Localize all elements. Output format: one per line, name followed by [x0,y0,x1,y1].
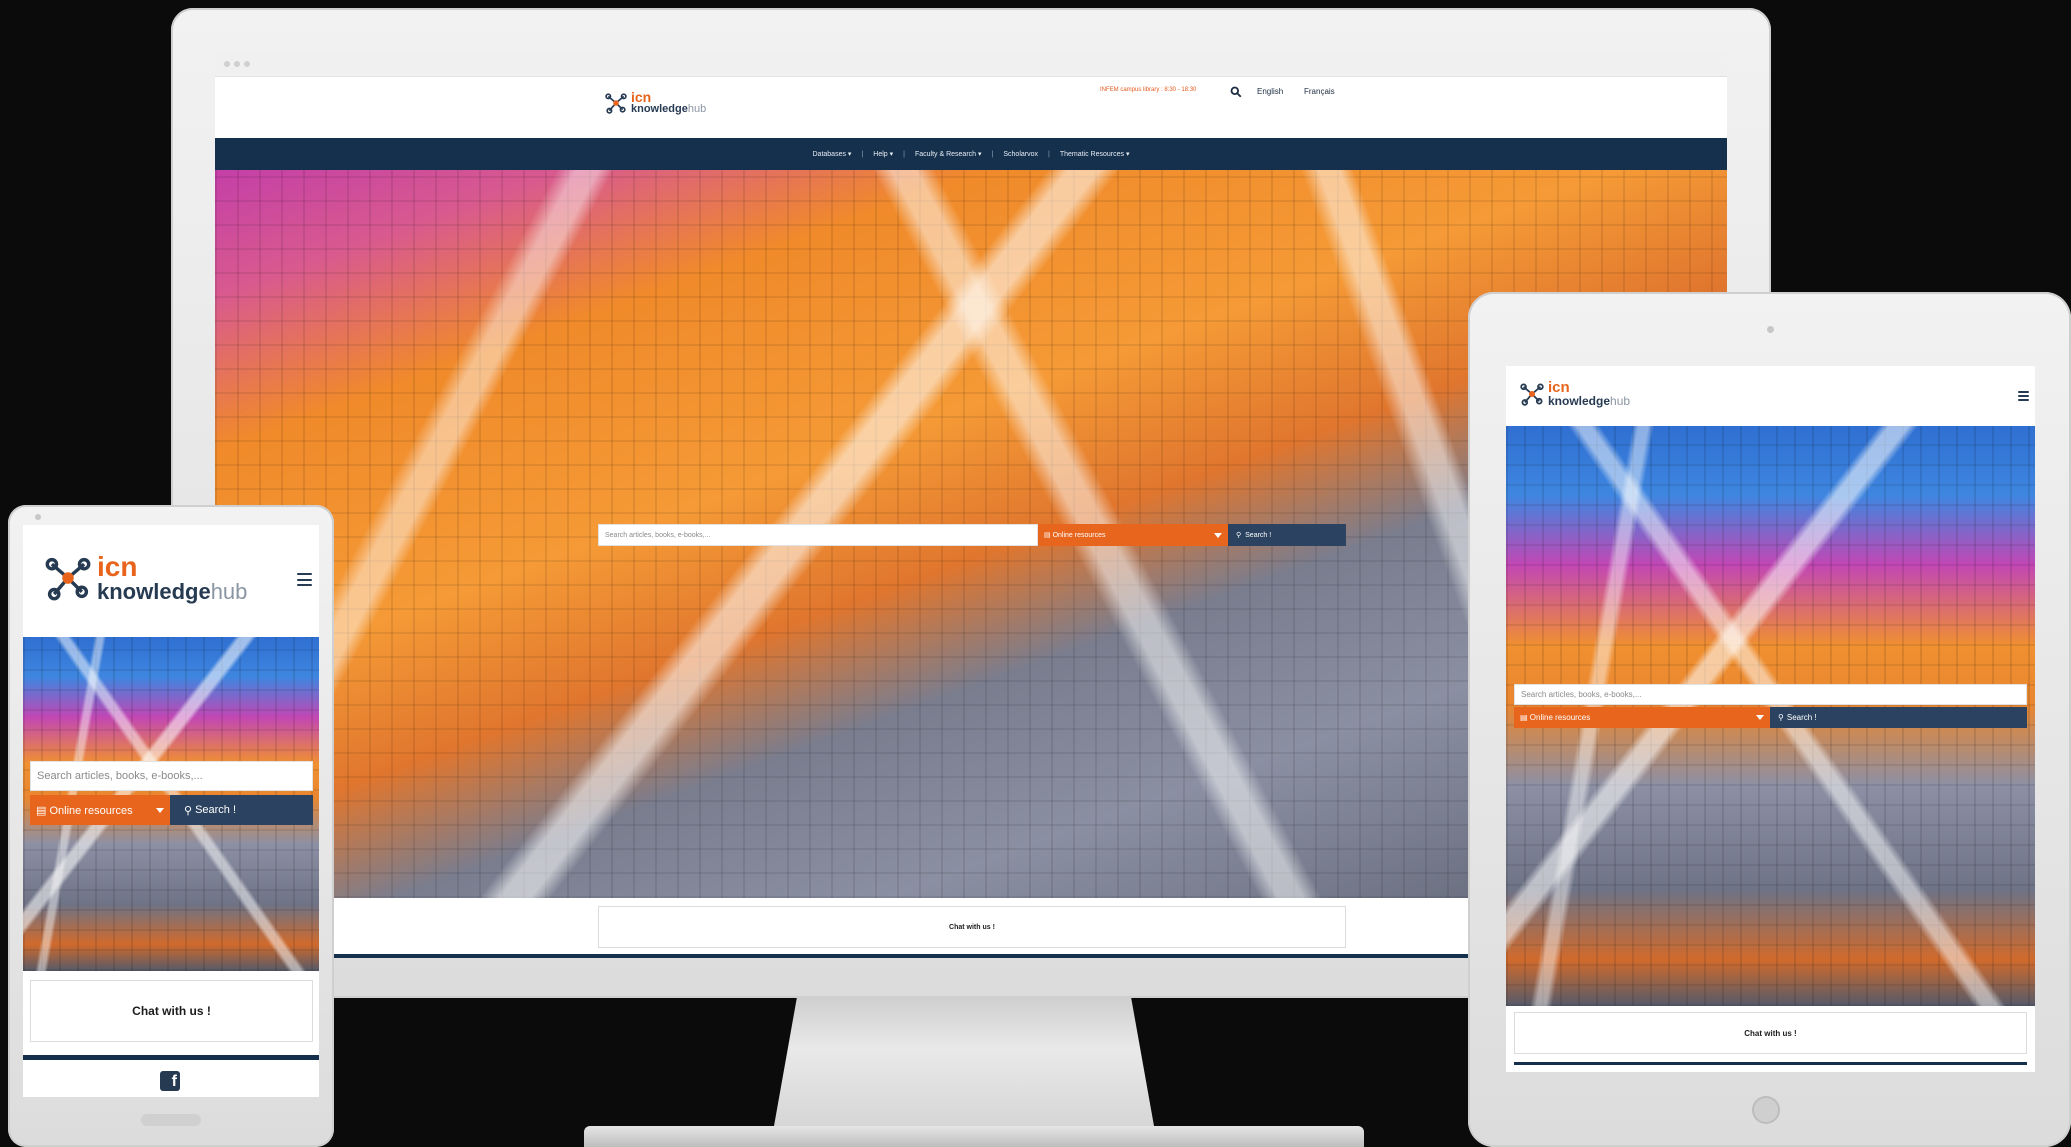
chat-with-us-box[interactable]: Chat with us ! [598,906,1346,948]
phone-screen: icn knowledgehub Search articles, books,… [23,525,319,1097]
chevron-down-icon: ▾ [889,151,894,158]
monitor-stand-neck [774,998,1154,1126]
resource-type-select[interactable]: ▤ Online resources [1038,524,1228,546]
main-navbar: Databases ▾ | Help ▾ | Faculty & Researc… [215,138,1727,170]
resource-type-select[interactable]: ▤ Online resources [30,795,170,825]
logo-knowledge-text: knowledge [631,103,688,115]
library-hours-notice: INFEM campus library : 8:30 - 18:30 [1100,87,1197,93]
hamburger-menu-icon[interactable] [297,573,312,586]
language-francais[interactable]: Français [1304,87,1335,96]
browser-titlebar [215,52,1727,77]
nav-item-help[interactable]: Help ▾ [863,150,903,158]
search-button[interactable]: ⚲ Search ! [1770,707,2027,728]
footer-bar [1514,1062,2027,1065]
language-english[interactable]: English [1257,87,1283,96]
search-icon[interactable] [1230,85,1242,98]
chat-with-us-box[interactable]: Chat with us ! [1514,1012,2027,1054]
nav-item-thematic-resources[interactable]: Thematic Resources ▾ [1050,150,1140,158]
search-input[interactable]: Search articles, books, e-books,... [1514,684,2027,705]
logo-icn-text: icn [1548,379,1570,396]
caret-down-icon [156,807,164,813]
network-logo-icon [1520,383,1544,406]
logo-knowledge-text: knowledge [1548,394,1611,408]
footer-bar [23,1055,319,1060]
caret-down-icon [1756,715,1764,720]
facebook-icon[interactable]: f [160,1071,180,1091]
search-input[interactable]: Search articles, books, e-books,... [30,761,313,791]
chevron-down-icon: ▾ [847,151,852,158]
window-dot-maximize[interactable] [244,61,250,67]
tablet-home-button[interactable] [1752,1096,1780,1124]
tablet-camera [1767,326,1774,333]
nav-item-scholarvox[interactable]: Scholarvox [993,151,1048,158]
list-icon: ▤ [1044,532,1053,539]
list-icon: ▤ [36,804,50,817]
search-input[interactable]: Search articles, books, e-books,... [598,524,1038,546]
network-logo-icon [45,557,91,601]
hamburger-menu-icon[interactable] [2018,391,2029,401]
logo-icn-text: icn [97,551,138,582]
caret-down-icon [1214,532,1222,538]
site-logo[interactable]: icn knowledgehub [605,90,706,115]
search-icon: ⚲ [184,804,193,817]
search-button[interactable]: ⚲ Search ! [170,795,313,825]
chat-with-us-box[interactable]: Chat with us ! [30,980,313,1042]
logo-hub-text: hub [1610,394,1631,408]
search-icon: ⚲ [1778,713,1784,722]
logo-knowledge-text: knowledge [97,579,211,604]
chevron-down-icon: ▾ [1125,151,1130,158]
phone-home-button[interactable] [141,1114,201,1126]
search-icon: ⚲ [1236,532,1242,539]
hero-banner: Search articles, books, e-books,... ▤ On… [23,637,319,971]
site-logo[interactable]: icn knowledgehub [1520,380,1630,407]
nav-item-faculty-research[interactable]: Faculty & Research ▾ [905,150,992,158]
site-logo[interactable]: icn knowledgehub [45,553,247,603]
logo-hub-text: hub [687,103,707,115]
search-button[interactable]: ⚲ Search ! [1228,524,1346,546]
list-icon: ▤ [1520,713,1530,722]
phone-camera [35,514,41,520]
resource-type-select[interactable]: ▤ Online resources [1514,707,1770,728]
hero-banner: Search articles, books, e-books,... ▤ On… [1506,426,2035,1006]
logo-hub-text: hub [210,579,248,604]
tablet-screen: icn knowledgehub Search articles, books,… [1506,366,2035,1072]
window-dot-minimize[interactable] [234,61,240,67]
chevron-down-icon: ▾ [978,151,982,158]
monitor-stand-base [584,1126,1364,1147]
window-dot-close[interactable] [224,61,230,67]
logo-icn-text: icn [631,89,652,105]
nav-item-databases[interactable]: Databases ▾ [803,150,862,158]
network-logo-icon [605,92,627,114]
